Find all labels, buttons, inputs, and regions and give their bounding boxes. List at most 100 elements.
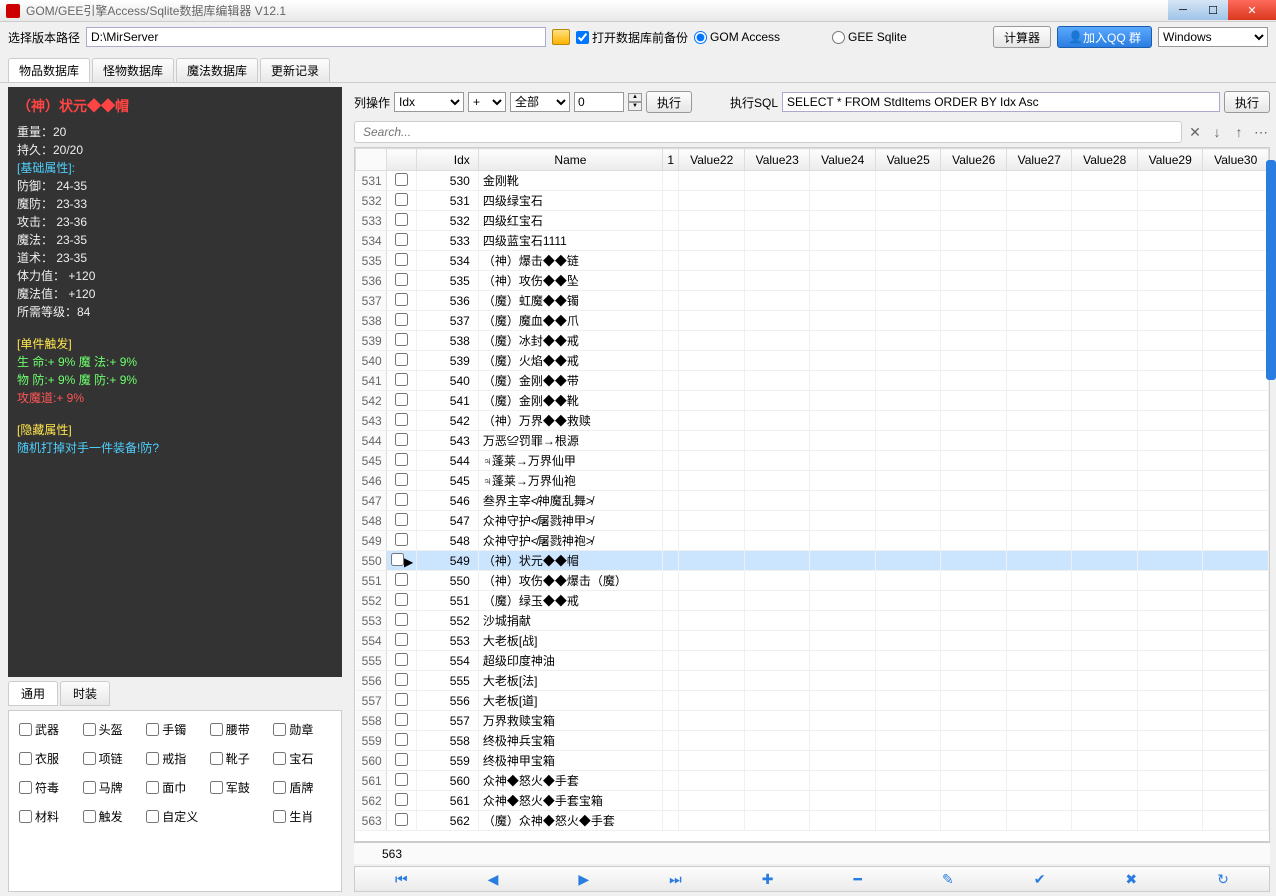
table-row[interactable]: 540539（魔）火焰◆◆戒 [356, 351, 1269, 371]
value-spinner[interactable]: ▲▼ [628, 93, 642, 111]
col-header[interactable]: Value26 [941, 149, 1007, 171]
scrollbar-thumb[interactable] [1266, 160, 1276, 380]
col-header[interactable]: Value23 [744, 149, 810, 171]
table-row[interactable]: 554553大老板[战] [356, 631, 1269, 651]
filter-5[interactable]: 衣服 [19, 750, 77, 767]
tab-monsters[interactable]: 怪物数据库 [92, 58, 174, 82]
col-header[interactable]: Value27 [1006, 149, 1072, 171]
table-row[interactable]: 559558终极神兵宝箱 [356, 731, 1269, 751]
col-header[interactable] [356, 149, 387, 171]
filter-8[interactable]: 靴子 [210, 750, 268, 767]
col-header[interactable]: Name [478, 149, 662, 171]
filter-13[interactable]: 军鼓 [210, 779, 268, 796]
subtab-general[interactable]: 通用 [8, 681, 58, 706]
nav-prev-icon[interactable]: ◀ [472, 871, 515, 888]
minimize-button[interactable]: ─ [1168, 0, 1198, 20]
filter-14[interactable]: 盾牌 [273, 779, 331, 796]
table-row[interactable]: 544543万恶≌罚罪→根源 [356, 431, 1269, 451]
maximize-button[interactable]: ☐ [1198, 0, 1228, 20]
table-row[interactable]: 545544♃蓬莱→万界仙甲 [356, 451, 1269, 471]
col-header[interactable]: Value22 [679, 149, 745, 171]
table-row[interactable]: 539538（魔）冰封◆◆戒 [356, 331, 1269, 351]
col-header[interactable]: Value24 [810, 149, 876, 171]
nav-next-icon[interactable]: ▶ [562, 871, 605, 888]
filter-1[interactable]: 头盔 [83, 721, 141, 738]
filter-7[interactable]: 戒指 [146, 750, 204, 767]
gom-radio[interactable]: GOM Access [694, 30, 780, 44]
filter-9[interactable]: 宝石 [273, 750, 331, 767]
filter-4[interactable]: 勋章 [273, 721, 331, 738]
filter-15[interactable]: 材料 [19, 808, 77, 825]
tab-changelog[interactable]: 更新记录 [260, 58, 330, 82]
os-select[interactable]: Windows [1158, 27, 1268, 47]
subtab-fashion[interactable]: 时装 [60, 681, 110, 706]
table-row[interactable]: 548547众神守护≮屠戮神甲≯ [356, 511, 1269, 531]
filter-6[interactable]: 项链 [83, 750, 141, 767]
table-row[interactable]: 546545♃蓬莱→万界仙袍 [356, 471, 1269, 491]
nav-commit-icon[interactable]: ✔ [1018, 871, 1062, 888]
col-header[interactable] [386, 149, 417, 171]
table-row[interactable]: 556555大老板[法] [356, 671, 1269, 691]
data-grid[interactable]: IdxName1Value22Value23Value24Value25Valu… [354, 147, 1270, 842]
nav-first-icon[interactable]: ⏮ [379, 871, 424, 888]
filter-10[interactable]: 符毒 [19, 779, 77, 796]
nav-refresh-icon[interactable]: ↻ [1201, 871, 1245, 888]
browse-folder-icon[interactable] [552, 29, 570, 45]
table-row[interactable]: 538537（魔）魔血◆◆爪 [356, 311, 1269, 331]
filter-12[interactable]: 面巾 [146, 779, 204, 796]
gee-radio[interactable]: GEE Sqlite [832, 30, 907, 44]
table-row[interactable]: 553552沙城捐献 [356, 611, 1269, 631]
nav-add-icon[interactable]: ✚ [746, 871, 790, 888]
table-row[interactable]: 534533四级蓝宝石1111 [356, 231, 1269, 251]
filter-3[interactable]: 腰带 [210, 721, 268, 738]
exec-colop-button[interactable]: 执行 [646, 91, 692, 113]
filter-11[interactable]: 马牌 [83, 779, 141, 796]
path-input[interactable] [86, 27, 546, 47]
table-row[interactable]: 543542（神）万界◆◆救赎 [356, 411, 1269, 431]
table-row[interactable]: 550▶549（神）状元◆◆帽 [356, 551, 1269, 571]
qq-group-button[interactable]: 👤 加入QQ 群 [1057, 26, 1152, 48]
scope-select[interactable]: 全部 [510, 92, 570, 112]
table-row[interactable]: 555554超级印度神油 [356, 651, 1269, 671]
search-close-icon[interactable]: ✕ [1186, 123, 1204, 141]
table-row[interactable]: 549548众神守护≮屠戮神袍≯ [356, 531, 1269, 551]
search-input[interactable] [354, 121, 1182, 143]
table-row[interactable]: 561560众神◆怒火◆手套 [356, 771, 1269, 791]
col-header[interactable]: Value30 [1203, 149, 1269, 171]
table-row[interactable]: 535534（神）爆击◆◆链 [356, 251, 1269, 271]
column-select[interactable]: Idx [394, 92, 464, 112]
tab-items[interactable]: 物品数据库 [8, 58, 90, 82]
table-row[interactable]: 536535（神）攻伤◆◆坠 [356, 271, 1269, 291]
table-row[interactable]: 532531四级绿宝石 [356, 191, 1269, 211]
col-header[interactable]: Value29 [1137, 149, 1203, 171]
table-row[interactable]: 541540（魔）金刚◆◆带 [356, 371, 1269, 391]
close-button[interactable]: ✕ [1228, 0, 1276, 20]
nav-last-icon[interactable]: ⏭ [653, 871, 698, 888]
search-up-icon[interactable]: ↑ [1230, 123, 1248, 141]
filter-16[interactable]: 触发 [83, 808, 141, 825]
filter-2[interactable]: 手镯 [146, 721, 204, 738]
filter-0[interactable]: 武器 [19, 721, 77, 738]
nav-edit-icon[interactable]: ✎ [926, 871, 970, 888]
table-row[interactable]: 562561众神◆怒火◆手套宝箱 [356, 791, 1269, 811]
sql-input[interactable] [782, 92, 1220, 112]
calculator-button[interactable]: 计算器 [993, 26, 1051, 48]
tab-magic[interactable]: 魔法数据库 [176, 58, 258, 82]
value-input[interactable] [574, 92, 624, 112]
backup-checkbox[interactable]: 打开数据库前备份 [576, 29, 688, 46]
table-row[interactable]: 552551（魔）绿玉◆◆戒 [356, 591, 1269, 611]
table-row[interactable]: 531530金刚靴 [356, 171, 1269, 191]
table-row[interactable]: 533532四级红宝石 [356, 211, 1269, 231]
table-row[interactable]: 547546叁界主宰≮神魔乱舞≯ [356, 491, 1269, 511]
nav-delete-icon[interactable]: ━ [838, 871, 878, 888]
table-row[interactable]: 560559终极神甲宝箱 [356, 751, 1269, 771]
search-more-icon[interactable]: ⋯ [1252, 123, 1270, 141]
filter-17[interactable]: 自定义 [146, 808, 204, 825]
search-down-icon[interactable]: ↓ [1208, 123, 1226, 141]
filter-18[interactable] [210, 808, 268, 825]
op-select[interactable]: + [468, 92, 506, 112]
filter-19[interactable]: 生肖 [273, 808, 331, 825]
col-header[interactable]: Idx [417, 149, 478, 171]
table-row[interactable]: 558557万界救赎宝箱 [356, 711, 1269, 731]
nav-cancel-icon[interactable]: ✖ [1109, 871, 1153, 888]
